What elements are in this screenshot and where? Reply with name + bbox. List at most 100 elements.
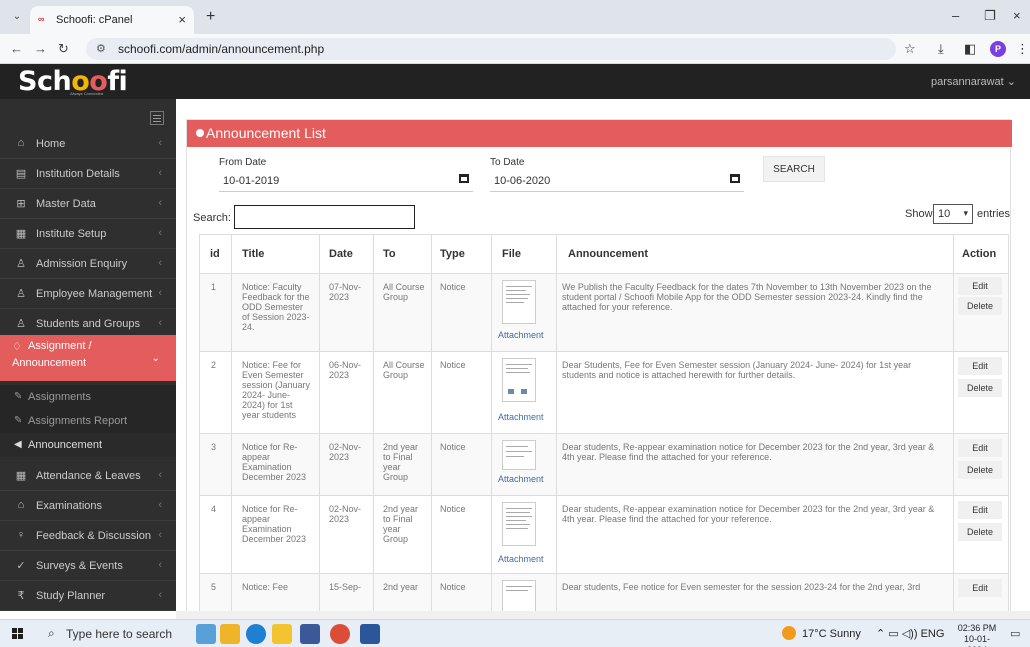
to-date-input[interactable]: 10-06-2020 xyxy=(490,170,744,192)
user-icon: ♙ xyxy=(16,258,26,270)
chevron-down-icon: ▾ xyxy=(963,208,968,218)
back-icon[interactable]: ← xyxy=(10,41,23,56)
horizontal-scrollbar[interactable] xyxy=(176,611,1030,619)
minimize-icon[interactable]: – xyxy=(952,8,959,23)
attachment-thumbnail[interactable] xyxy=(502,440,536,470)
search-button[interactable]: SEARCH xyxy=(763,156,825,182)
edit-button[interactable]: Edit xyxy=(958,439,1002,457)
attachment-link[interactable]: Attachment xyxy=(498,554,544,564)
browser-tab[interactable]: ∞ Schoofi: cPanel × xyxy=(30,6,194,34)
column-divider xyxy=(556,234,557,611)
edit-button[interactable]: Edit xyxy=(958,579,1002,597)
weather-text[interactable]: 17°C Sunny xyxy=(802,628,861,640)
megaphone-icon: ◀ xyxy=(14,439,22,450)
chevron-left-icon: ‹ xyxy=(158,167,162,179)
attachment-link[interactable]: Attachment xyxy=(498,330,544,340)
edit-button[interactable]: Edit xyxy=(958,277,1002,295)
table-row: 4 Notice for Re-appear Examination Decem… xyxy=(199,496,1009,574)
sidebar-item-feedback-discussion[interactable]: ♀ Feedback & Discussion ‹ xyxy=(0,521,176,551)
window-close-icon[interactable]: × xyxy=(1013,8,1021,23)
clock[interactable]: 02:36 PM10-01-2024 xyxy=(955,623,999,647)
column-header-to[interactable]: To xyxy=(383,248,396,260)
tray-icons[interactable]: ⌃ ▭ ◁)) ENG xyxy=(876,627,944,640)
notification-icon[interactable]: ▭ xyxy=(1010,627,1020,640)
widgets-icon[interactable] xyxy=(196,624,216,644)
sidebar-subitem-assignments-report[interactable]: ✎ Assignments Report xyxy=(0,409,176,433)
entries-select[interactable]: 10 ▾ xyxy=(933,204,973,224)
column-header-title[interactable]: Title xyxy=(242,248,264,260)
table-row: 1 Notice: Faculty Feedback for the ODD S… xyxy=(199,274,1009,352)
windows-start-icon[interactable] xyxy=(12,628,24,640)
sidebar-item-attendance-leaves[interactable]: ▦ Attendance & Leaves ‹ xyxy=(0,461,176,491)
favicon-icon: ∞ xyxy=(38,14,45,24)
edit-button[interactable]: Edit xyxy=(958,357,1002,375)
taskbar-search[interactable]: Type here to search xyxy=(66,627,172,641)
download-icon[interactable]: ⤓ xyxy=(938,41,944,57)
from-date-input[interactable]: 10-01-2019 xyxy=(219,170,473,192)
sidepanel-icon[interactable]: ◧ xyxy=(964,41,976,57)
table-header: id Title Date To Type File Announcement … xyxy=(199,234,1009,274)
address-bar: ← → ↻ ⚙ schoofi.com/admin/announcement.p… xyxy=(0,34,1030,64)
check-circle-icon: ✓ xyxy=(16,560,26,572)
delete-button[interactable]: Delete xyxy=(958,379,1002,397)
sidebar-toggle-icon[interactable] xyxy=(150,111,164,125)
column-header-date[interactable]: Date xyxy=(329,248,353,260)
user-menu[interactable]: parsannarawat ⌄ xyxy=(931,75,1016,88)
column-header-type[interactable]: Type xyxy=(440,248,465,260)
tab-close-icon[interactable]: × xyxy=(178,12,186,27)
column-header-file[interactable]: File xyxy=(502,248,521,260)
sidebar-subitem-assignments[interactable]: ✎ Assignments xyxy=(0,385,176,409)
sidebar-item-home[interactable]: ⌂ Home ‹ xyxy=(0,129,176,159)
delete-button[interactable]: Delete xyxy=(958,461,1002,479)
sidebar-item-examinations[interactable]: ⌂ Examinations ‹ xyxy=(0,491,176,521)
sidebar-item-institute-setup[interactable]: ▦ Institute Setup ‹ xyxy=(0,219,176,249)
edit-icon: ✎ xyxy=(14,415,23,426)
sidebar-item-study-planner[interactable]: ₹ Study Planner ‹ xyxy=(0,581,176,611)
sidebar-item-employee-management[interactable]: ♙ Employee Management ‹ xyxy=(0,279,176,309)
search-input[interactable] xyxy=(234,205,415,229)
attachment-link[interactable]: Attachment xyxy=(498,474,544,484)
edge-icon[interactable] xyxy=(246,624,266,644)
sidebar-subitem-announcement[interactable]: ◀ Announcement xyxy=(0,433,176,457)
store-icon[interactable] xyxy=(300,624,320,644)
sidebar-item-admission-enquiry[interactable]: ♙ Admission Enquiry ‹ xyxy=(0,249,176,279)
attachment-thumbnail[interactable] xyxy=(502,580,536,611)
sidebar-item-master-data[interactable]: ⊞ Master Data ‹ xyxy=(0,189,176,219)
search-icon[interactable]: ⌕ xyxy=(48,626,55,641)
site-settings-icon[interactable]: ⚙ xyxy=(96,42,106,55)
chrome-icon[interactable] xyxy=(330,624,350,644)
graduation-cap-icon: ⌂ xyxy=(17,499,25,511)
edit-button[interactable]: Edit xyxy=(958,501,1002,519)
delete-button[interactable]: Delete xyxy=(958,523,1002,541)
grid-icon: ⊞ xyxy=(16,198,26,210)
attachment-thumbnail[interactable] xyxy=(502,358,536,402)
new-tab-icon[interactable]: + xyxy=(206,8,215,26)
panel-header: Announcement List xyxy=(187,120,1012,147)
reload-icon[interactable]: ↻ xyxy=(58,41,69,57)
sidebar-item-surveys-events[interactable]: ✓ Surveys & Events ‹ xyxy=(0,551,176,581)
chevron-left-icon: ‹ xyxy=(158,197,162,209)
attachment-thumbnail[interactable] xyxy=(502,502,536,546)
attachment-link[interactable]: Attachment xyxy=(498,412,544,422)
calendar-icon[interactable] xyxy=(730,174,740,183)
delete-button[interactable]: Delete xyxy=(958,297,1002,315)
tab-search-icon[interactable]: ⌄ xyxy=(10,10,24,24)
attachment-thumbnail[interactable] xyxy=(502,280,536,324)
column-header-action[interactable]: Action xyxy=(962,248,996,260)
show-label: Show xyxy=(905,208,933,220)
calendar-icon[interactable] xyxy=(459,174,469,183)
url-field[interactable]: ⚙ schoofi.com/admin/announcement.php xyxy=(86,38,896,60)
bookmark-star-icon[interactable]: ☆ xyxy=(904,41,916,57)
column-header-announcement[interactable]: Announcement xyxy=(568,248,648,260)
forward-icon[interactable]: → xyxy=(34,41,47,56)
profile-avatar[interactable]: P xyxy=(990,41,1006,57)
column-header-id[interactable]: id xyxy=(210,248,220,260)
app-icon[interactable] xyxy=(220,624,240,644)
word-icon[interactable] xyxy=(360,624,380,644)
more-menu-icon[interactable]: ⋮ xyxy=(1016,41,1029,57)
sidebar-item-institution-details[interactable]: ▤ Institution Details ‹ xyxy=(0,159,176,189)
file-explorer-icon[interactable] xyxy=(272,624,292,644)
sidebar-item-assignment-announcement[interactable]: ♢ Assignment / Announcement ⌄ xyxy=(0,335,176,381)
restore-icon[interactable]: ❐ xyxy=(984,8,996,24)
column-divider xyxy=(373,234,374,611)
